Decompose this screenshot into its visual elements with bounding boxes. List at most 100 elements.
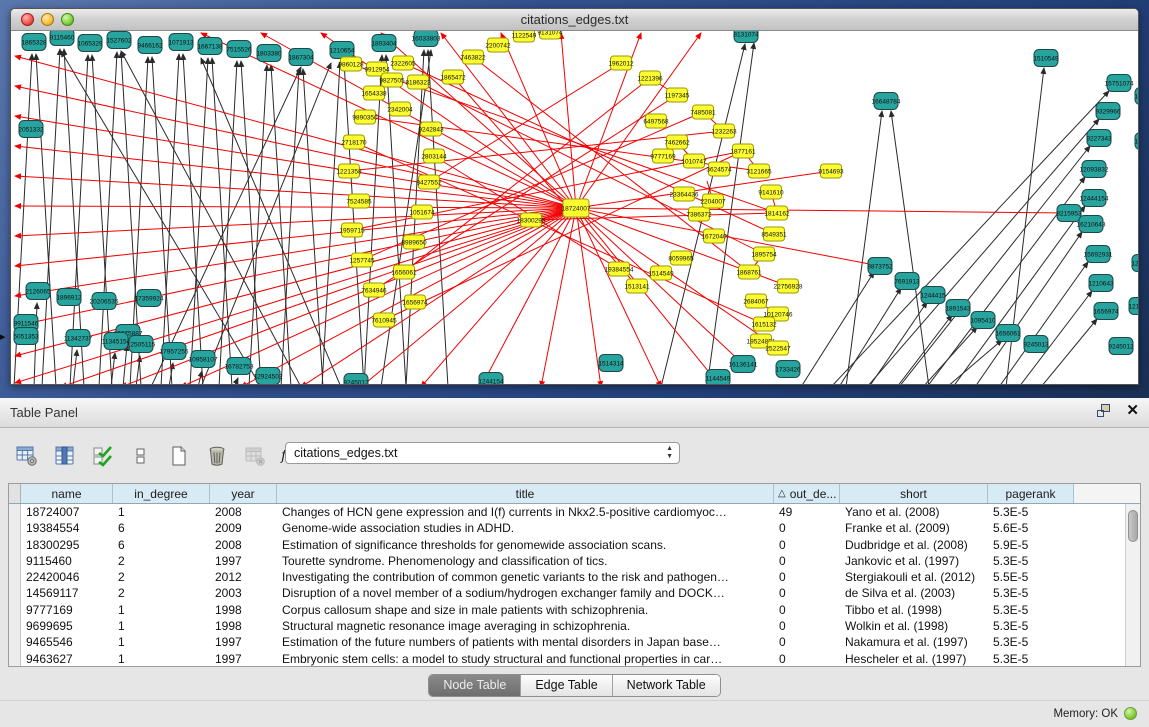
graph-node[interactable]: 1868761: [736, 265, 762, 279]
graph-node[interactable]: 7610945: [371, 313, 397, 327]
graph-node[interactable]: 7524585: [346, 194, 372, 208]
graph-node[interactable]: 1893404: [371, 35, 397, 52]
table-cell[interactable]: Structural magnetic resonance image aver…: [277, 618, 774, 634]
vertical-scrollbar[interactable]: [1125, 504, 1140, 666]
graph-node[interactable]: 15751074: [1105, 75, 1134, 92]
table-cell[interactable]: Yano et al. (2008): [840, 504, 988, 520]
graph-node[interactable]: 20206535: [90, 293, 119, 310]
side-panel-collapse-arrow[interactable]: ▸: [0, 332, 6, 343]
graph-node[interactable]: 2200742: [485, 38, 511, 52]
graph-node[interactable]: 16210643: [1077, 216, 1106, 233]
table-cell[interactable]: Embryonic stem cells: a model to study s…: [277, 651, 774, 666]
table-cell[interactable]: 1998: [210, 618, 277, 634]
graph-node[interactable]: 1667138: [197, 38, 223, 55]
graph-node[interactable]: 8989650: [401, 235, 427, 249]
graph-node[interactable]: 8131074: [733, 31, 759, 43]
graph-node[interactable]: 1210640: [1131, 255, 1139, 272]
table-cell[interactable]: Nakamura et al. (1997): [840, 634, 988, 650]
table-cell[interactable]: 9463627: [21, 651, 113, 666]
graph-node[interactable]: 1865328: [21, 34, 47, 51]
column-header-title[interactable]: title: [277, 484, 774, 503]
graph-node[interactable]: 1095410: [970, 312, 996, 329]
graph-node[interactable]: 1877161: [730, 144, 756, 158]
graph-node[interactable]: 11342737: [64, 330, 93, 347]
tab-edge-table[interactable]: Edge Table: [521, 675, 612, 696]
tab-node-table[interactable]: Node Table: [429, 675, 521, 696]
table-cell[interactable]: 6: [113, 520, 210, 536]
graph-node[interactable]: 9154693: [818, 164, 844, 178]
graph-node[interactable]: 1232263: [711, 124, 737, 138]
table-cell[interactable]: 6: [113, 537, 210, 553]
table-cell[interactable]: 0: [774, 569, 840, 585]
graph-node[interactable]: 1867304: [288, 49, 314, 66]
graph-node[interactable]: 1244154: [478, 373, 504, 386]
table-cell[interactable]: 5.3E-5: [988, 602, 1074, 618]
graph-node[interactable]: 2684067: [743, 294, 769, 308]
graph-node[interactable]: 9131074: [537, 31, 563, 39]
graph-node[interactable]: 1891543: [945, 300, 971, 317]
table-cell[interactable]: Jankovic et al. (1997): [840, 553, 988, 569]
graph-node[interactable]: 2051332: [18, 121, 44, 138]
table-cell[interactable]: 14569117: [21, 585, 113, 601]
table-cell[interactable]: 2008: [210, 504, 277, 520]
table-cell[interactable]: 5.3E-5: [988, 553, 1074, 569]
graph-node[interactable]: 7463822: [460, 50, 486, 64]
table-cell[interactable]: 5.5E-5: [988, 569, 1074, 585]
memory-status-dot[interactable]: [1124, 707, 1137, 720]
float-panel-icon[interactable]: [1097, 404, 1112, 418]
graph-node[interactable]: 2322605: [390, 56, 416, 70]
graph-node[interactable]: 9115460: [50, 31, 75, 46]
graph-node[interactable]: 6497568: [643, 114, 669, 128]
table-cell[interactable]: Estimation of the future numbers of pati…: [277, 634, 774, 650]
graph-node[interactable]: 1962012: [608, 56, 634, 70]
graph-node[interactable]: 1656974: [402, 295, 428, 309]
table-cell[interactable]: 18724007: [21, 504, 113, 520]
delete-rows-icon[interactable]: [204, 443, 230, 469]
table-cell[interactable]: 5.3E-5: [988, 585, 1074, 601]
graph-node[interactable]: 1122549: [512, 31, 537, 42]
table-row[interactable]: 946362711997Embryonic stem cells: a mode…: [9, 651, 1125, 666]
table-cell[interactable]: Franke et al. (2009): [840, 520, 988, 536]
graph-node[interactable]: 2803144: [421, 149, 447, 163]
graph-node[interactable]: 1733426: [775, 361, 801, 378]
table-cell[interactable]: 0: [774, 602, 840, 618]
graph-node[interactable]: 9245012: [343, 374, 369, 386]
table-cell[interactable]: Tibbo et al. (1998): [840, 602, 988, 618]
table-cell[interactable]: 0: [774, 520, 840, 536]
table-cell[interactable]: 1997: [210, 651, 277, 666]
graph-node[interactable]: 19384554: [605, 262, 634, 276]
table-cell[interactable]: Wolkin et al. (1998): [840, 618, 988, 634]
graph-node[interactable]: 8427552: [416, 175, 442, 189]
table-cell[interactable]: 5.9E-5: [988, 537, 1074, 553]
close-panel-icon[interactable]: ✕: [1126, 403, 1139, 418]
table-cell[interactable]: Dudbridge et al. (2008): [840, 537, 988, 553]
table-cell[interactable]: 1997: [210, 634, 277, 650]
table-cell[interactable]: 9465546: [21, 634, 113, 650]
graph-node[interactable]: 8549351: [761, 227, 787, 241]
table-cell[interactable]: 5.3E-5: [988, 651, 1074, 666]
graph-node[interactable]: 1672040: [701, 229, 727, 243]
graph-node[interactable]: 9242843: [418, 122, 444, 136]
graph-node[interactable]: 1814162: [764, 206, 790, 220]
table-cell[interactable]: 22420046: [21, 569, 113, 585]
graph-node[interactable]: 5051353: [13, 328, 39, 345]
row-validation-icon[interactable]: [90, 443, 116, 469]
graph-node[interactable]: 1065329: [77, 35, 103, 52]
graph-node[interactable]: 9466162: [137, 37, 163, 54]
table-select-dropdown[interactable]: citations_edges.txt ▲▼: [285, 442, 680, 464]
table-cell[interactable]: 1997: [210, 553, 277, 569]
table-row[interactable]: 977716911998Corpus callosum shape and si…: [9, 602, 1125, 618]
table-settings-icon[interactable]: [14, 443, 40, 469]
table-row[interactable]: 1456911722003Disruption of a novel membe…: [9, 585, 1125, 601]
column-header-name[interactable]: name: [21, 484, 113, 503]
graph-node[interactable]: 9890350: [352, 110, 378, 124]
table-cell[interactable]: Genome-wide association studies in ADHD.: [277, 520, 774, 536]
graph-node[interactable]: 8215953: [1056, 205, 1082, 222]
graph-node[interactable]: 10958107: [189, 351, 218, 368]
column-header-out-de-[interactable]: △out_de...: [774, 484, 840, 503]
graph-node[interactable]: 9827505: [379, 73, 405, 87]
table-cell[interactable]: 49: [774, 504, 840, 520]
graph-node[interactable]: 1896912: [56, 289, 82, 306]
table-cell[interactable]: 1: [113, 618, 210, 634]
table-row[interactable]: 2242004622012Investigating the contribut…: [9, 569, 1125, 585]
